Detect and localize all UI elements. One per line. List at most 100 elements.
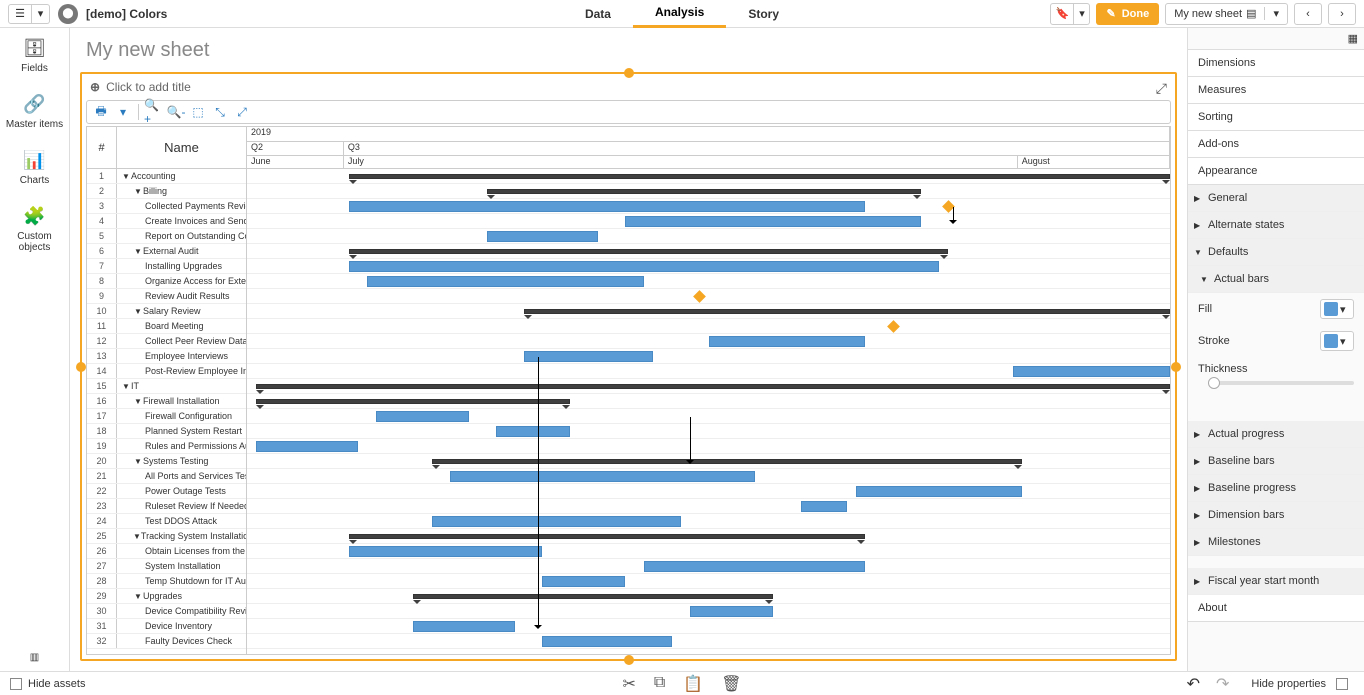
collapse-all-button[interactable]: ⤢	[232, 103, 252, 121]
task-bar[interactable]	[376, 411, 468, 422]
task-row[interactable]: 25▼Tracking System Installation	[87, 529, 246, 544]
task-bar[interactable]	[856, 486, 1022, 497]
copy-button[interactable]: ⧉	[654, 674, 665, 694]
task-row[interactable]: 12Collect Peer Review Data	[87, 334, 246, 349]
task-row[interactable]: 6▼External Audit	[87, 244, 246, 259]
task-row[interactable]: 30Device Compatibility Revi	[87, 604, 246, 619]
task-bar[interactable]	[349, 201, 866, 212]
task-bar[interactable]	[625, 216, 920, 227]
task-bar[interactable]	[413, 621, 515, 632]
asset-panel-toggle[interactable]: ▥	[26, 648, 43, 667]
resize-handle-top[interactable]	[624, 68, 634, 78]
fill-color-picker[interactable]: ▾	[1320, 299, 1354, 319]
task-bar[interactable]	[801, 501, 847, 512]
prop-actual-bars[interactable]: ▼Actual bars	[1188, 266, 1364, 293]
summary-bar[interactable]	[256, 399, 570, 404]
sheet-nav-dropdown[interactable]: ▾	[1264, 7, 1287, 20]
prev-sheet-button[interactable]: ‹	[1294, 3, 1322, 25]
task-row[interactable]: 31Device Inventory	[87, 619, 246, 634]
task-bar[interactable]	[432, 516, 681, 527]
col-number[interactable]: #	[87, 127, 117, 168]
task-row[interactable]: 20▼Systems Testing	[87, 454, 246, 469]
milestone[interactable]	[693, 290, 706, 303]
expand-all-button[interactable]: ⤡	[210, 103, 230, 121]
print-dropdown[interactable]: ▾	[113, 103, 133, 121]
summary-bar[interactable]	[524, 309, 1170, 314]
task-row[interactable]: 13Employee Interviews	[87, 349, 246, 364]
resize-handle-right[interactable]	[1171, 362, 1181, 372]
done-button[interactable]: ✎Done	[1096, 3, 1159, 25]
summary-bar[interactable]	[432, 459, 1023, 464]
prop-addons[interactable]: Add-ons	[1188, 131, 1364, 158]
summary-bar[interactable]	[256, 384, 1170, 389]
task-bar[interactable]	[1013, 366, 1170, 377]
task-bar[interactable]	[349, 546, 543, 557]
task-row[interactable]: 8Organize Access for Extern	[87, 274, 246, 289]
asset-custom-objects[interactable]: 🧩Custom objects	[0, 196, 69, 263]
table-icon[interactable]: ▦	[1348, 32, 1358, 45]
asset-master-items[interactable]: 🔗Master items	[0, 84, 69, 140]
thickness-slider[interactable]	[1208, 381, 1354, 385]
task-bar[interactable]	[690, 606, 773, 617]
task-bar[interactable]	[524, 351, 653, 362]
next-sheet-button[interactable]: ›	[1328, 3, 1356, 25]
bookmark-button[interactable]: 🔖	[1050, 3, 1074, 25]
prop-dimensions[interactable]: Dimensions	[1188, 50, 1364, 77]
print-button[interactable]: 🖶	[91, 103, 111, 121]
summary-bar[interactable]	[487, 189, 921, 194]
prop-actual-progress[interactable]: ▶Actual progress	[1188, 421, 1364, 448]
task-row[interactable]: 5Report on Outstanding Co	[87, 229, 246, 244]
task-bar[interactable]	[496, 426, 570, 437]
task-row[interactable]: 24Test DDOS Attack	[87, 514, 246, 529]
paste-button[interactable]: 📋	[683, 674, 703, 694]
task-row[interactable]: 14Post-Review Employee Int	[87, 364, 246, 379]
sheet-title[interactable]: My new sheet	[70, 28, 1187, 72]
zoom-out-button[interactable]: 🔍-	[166, 103, 186, 121]
task-row[interactable]: 19Rules and Permissions Au	[87, 439, 246, 454]
task-row[interactable]: 23Ruleset Review If Needed	[87, 499, 246, 514]
sheet-nav-label[interactable]: My new sheet▤	[1166, 7, 1264, 20]
task-bar[interactable]	[256, 441, 358, 452]
fit-button[interactable]: ⬚	[188, 103, 208, 121]
prop-defaults[interactable]: ▼Defaults	[1188, 239, 1364, 266]
task-row[interactable]: 27System Installation	[87, 559, 246, 574]
gantt-visualization[interactable]: ⊕Click to add title ⤢ 🖶 ▾ 🔍+ 🔍- ⬚ ⤡ ⤢ # …	[80, 72, 1177, 661]
task-row[interactable]: 18Planned System Restart	[87, 424, 246, 439]
task-row[interactable]: 11Board Meeting	[87, 319, 246, 334]
prop-general[interactable]: ▶General	[1188, 185, 1364, 212]
expand-icon[interactable]: ⤢	[1156, 80, 1167, 97]
task-row[interactable]: 22Power Outage Tests	[87, 484, 246, 499]
asset-charts[interactable]: 📊Charts	[0, 140, 69, 196]
task-bar[interactable]	[542, 576, 625, 587]
task-row[interactable]: 26Obtain Licenses from the V	[87, 544, 246, 559]
task-row[interactable]: 29▼Upgrades	[87, 589, 246, 604]
tab-analysis[interactable]: Analysis	[633, 0, 726, 28]
summary-bar[interactable]	[413, 594, 773, 599]
hide-props-label[interactable]: Hide properties	[1251, 678, 1326, 690]
task-bar[interactable]	[487, 231, 598, 242]
cut-button[interactable]: ✂	[622, 674, 635, 694]
task-bar[interactable]	[450, 471, 755, 482]
undo-button[interactable]: ↶	[1187, 674, 1200, 694]
milestone[interactable]	[887, 320, 900, 333]
summary-bar[interactable]	[349, 174, 1170, 179]
stroke-color-picker[interactable]: ▾	[1320, 331, 1354, 351]
task-bar[interactable]	[542, 636, 671, 647]
task-bar[interactable]	[367, 276, 644, 287]
prop-baseline-bars[interactable]: ▶Baseline bars	[1188, 448, 1364, 475]
task-row[interactable]: 28Temp Shutdown for IT Aud	[87, 574, 246, 589]
delete-button[interactable]: 🗑	[721, 674, 741, 694]
summary-bar[interactable]	[349, 249, 949, 254]
bookmark-dropdown[interactable]: ▾	[1074, 3, 1090, 25]
task-bar[interactable]	[709, 336, 866, 347]
task-row[interactable]: 2▼Billing	[87, 184, 246, 199]
prop-fiscal-year[interactable]: ▶Fiscal year start month	[1188, 568, 1364, 595]
task-row[interactable]: 7Installing Upgrades	[87, 259, 246, 274]
task-row[interactable]: 10▼Salary Review	[87, 304, 246, 319]
task-row[interactable]: 21All Ports and Services Test	[87, 469, 246, 484]
task-row[interactable]: 32Faulty Devices Check	[87, 634, 246, 649]
zoom-in-button[interactable]: 🔍+	[144, 103, 164, 121]
asset-fields[interactable]: 🗄Fields	[0, 28, 69, 84]
global-menu-button[interactable]: ☰	[8, 4, 32, 24]
tab-data[interactable]: Data	[563, 0, 633, 28]
